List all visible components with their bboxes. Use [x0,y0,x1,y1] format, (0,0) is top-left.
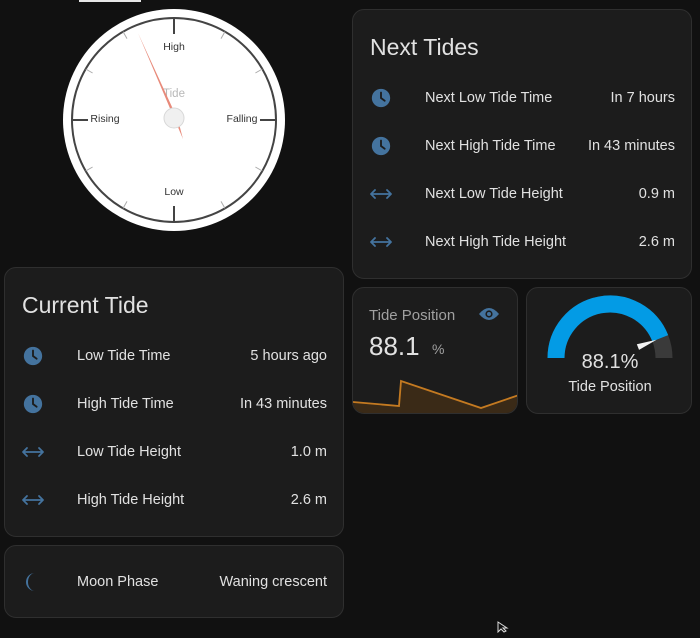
dial-label-low: Low [164,186,184,198]
gauge-label: Tide Position [568,379,652,395]
sensor-name: Tide Position [369,307,456,324]
entity-value: In 43 minutes [239,396,327,412]
next-tides-title: Next Tides [370,34,479,60]
clock-icon [353,87,409,109]
next-tides-card: Next Tides Next Low Tide Time In 7 hours N… [352,9,692,279]
entity-value: 1.0 m [290,444,327,460]
entity-label: Low Tide Height [77,444,181,460]
dial-label-high: High [163,41,185,53]
tide-dial[interactable]: High Low Rising Falling Tide [62,8,286,232]
arrow-left-right-icon [353,235,409,249]
entity-row[interactable]: Next Low Tide Height 0.9 m [353,170,691,218]
entity-label: Next Low Tide Height [425,186,563,202]
arrow-left-right-icon [5,493,61,507]
mouse-cursor [497,620,509,638]
dial-label-rising: Rising [90,113,119,125]
entity-label: Low Tide Time [77,348,171,364]
entity-label: Next High Tide Time [425,138,556,154]
sensor-unit: % [432,341,445,357]
tide-position-gauge-card[interactable]: 88.1% Tide Position [526,287,692,414]
entity-value: In 7 hours [610,90,676,106]
sensor-value: 88.1 [369,331,420,361]
dial-hub [163,107,185,129]
entity-value: 2.6 m [290,492,327,508]
entity-value: In 43 minutes [587,138,675,154]
entity-row[interactable]: High Tide Time In 43 minutes [5,380,343,428]
entity-label: Next Low Tide Time [425,90,553,106]
entity-value: 5 hours ago [250,348,327,364]
entity-row[interactable]: High Tide Height 2.6 m [5,476,343,524]
dial-label-falling: Falling [227,113,258,125]
tide-dial-graphic: High Low Rising Falling Tide [63,9,285,231]
entity-label: High Tide Time [77,396,174,412]
entity-row[interactable]: Next High Tide Time In 43 minutes [353,122,691,170]
sensor-history-graph [353,379,517,413]
entity-row[interactable]: Low Tide Height 1.0 m [5,428,343,476]
current-tide-card: Current Tide Low Tide Time 5 hours ago Hig… [4,267,344,537]
clock-icon [353,135,409,157]
current-tide-title: Current Tide [22,292,149,318]
arrow-left-right-icon [353,187,409,201]
eye-icon[interactable] [478,306,500,327]
entity-label: Next High Tide Height [425,234,567,250]
clock-icon [5,393,61,415]
moon-phase-row[interactable]: Moon Phase Waning crescent [5,558,343,606]
moon-phase-label: Moon Phase [77,574,159,590]
tide-position-sensor-card[interactable]: Tide Position 88.1 % [352,287,518,414]
entity-row[interactable]: Next Low Tide Time In 7 hours [353,74,691,122]
moon-crescent-icon [5,570,61,594]
entity-row[interactable]: Low Tide Time 5 hours ago [5,332,343,380]
top-indicator-bar [79,0,141,2]
clock-icon [5,345,61,367]
moon-phase-value: Waning crescent [219,574,327,590]
gauge-needle [636,339,657,350]
entity-value: 0.9 m [638,186,675,202]
entity-row[interactable]: Next High Tide Height 2.6 m [353,218,691,266]
entity-label: High Tide Height [77,492,185,508]
entity-value: 2.6 m [638,234,675,250]
arrow-left-right-icon [5,445,61,459]
gauge-value: 88.1% [581,351,639,373]
moon-phase-card: Moon Phase Waning crescent [4,545,344,618]
